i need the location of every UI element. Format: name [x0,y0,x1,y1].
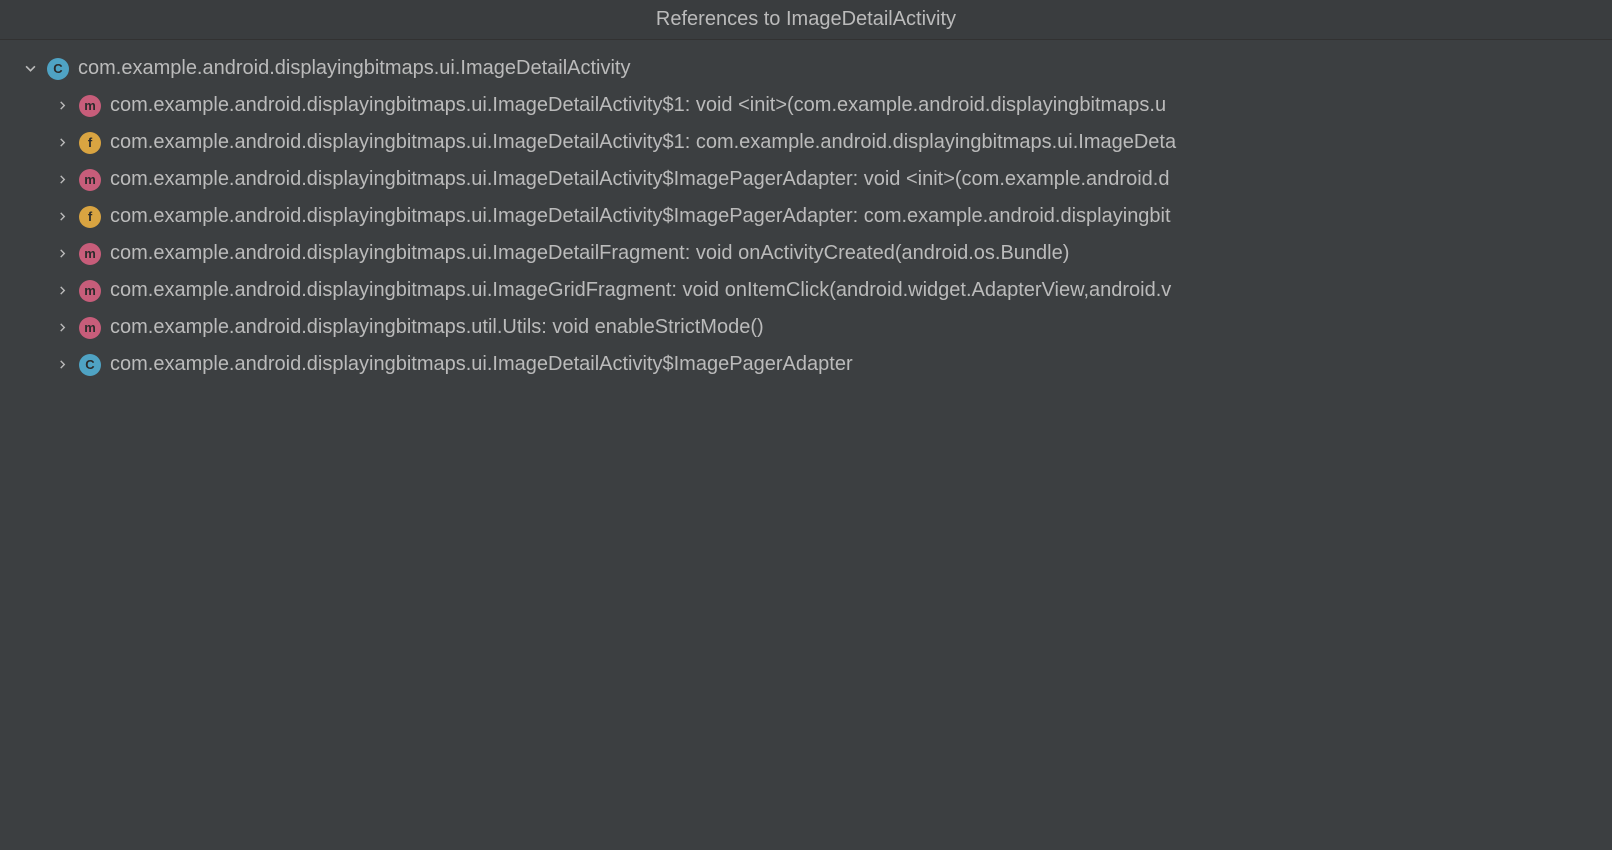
method-icon: m [79,317,101,339]
chevron-right-icon[interactable] [52,175,72,184]
chevron-right-icon[interactable] [52,323,72,332]
method-icon: m [79,95,101,117]
tree-row-label: com.example.android.displayingbitmaps.ui… [110,94,1166,117]
tree-row-label: com.example.android.displayingbitmaps.ui… [110,205,1171,228]
class-icon: C [79,354,101,376]
references-tree: C com.example.android.displayingbitmaps.… [0,40,1612,393]
tree-child-row[interactable]: C com.example.android.displayingbitmaps.… [0,346,1612,383]
tree-child-row[interactable]: f com.example.android.displayingbitmaps.… [0,198,1612,235]
tree-row-label: com.example.android.displayingbitmaps.ui… [110,279,1171,302]
tree-row-label: com.example.android.displayingbitmaps.ui… [110,131,1176,154]
field-icon: f [79,206,101,228]
chevron-right-icon[interactable] [52,249,72,258]
chevron-right-icon[interactable] [52,286,72,295]
chevron-down-icon[interactable] [20,63,40,74]
chevron-right-icon[interactable] [52,212,72,221]
tree-row-label: com.example.android.displayingbitmaps.ut… [110,316,764,339]
chevron-right-icon[interactable] [52,360,72,369]
method-icon: m [79,280,101,302]
method-icon: m [79,169,101,191]
tree-child-row[interactable]: m com.example.android.displayingbitmaps.… [0,272,1612,309]
tree-child-row[interactable]: f com.example.android.displayingbitmaps.… [0,124,1612,161]
tree-root-row[interactable]: C com.example.android.displayingbitmaps.… [0,50,1612,87]
tree-row-label: com.example.android.displayingbitmaps.ui… [110,168,1169,191]
tree-child-row[interactable]: m com.example.android.displayingbitmaps.… [0,309,1612,346]
field-icon: f [79,132,101,154]
tree-row-label: com.example.android.displayingbitmaps.ui… [110,353,853,376]
chevron-right-icon[interactable] [52,138,72,147]
tree-child-row[interactable]: m com.example.android.displayingbitmaps.… [0,235,1612,272]
tree-child-row[interactable]: m com.example.android.displayingbitmaps.… [0,87,1612,124]
method-icon: m [79,243,101,265]
chevron-right-icon[interactable] [52,101,72,110]
tree-row-label: com.example.android.displayingbitmaps.ui… [110,242,1069,265]
class-icon: C [47,58,69,80]
title-bar: References to ImageDetailActivity [0,0,1612,40]
window-title: References to ImageDetailActivity [656,8,956,31]
tree-child-row[interactable]: m com.example.android.displayingbitmaps.… [0,161,1612,198]
tree-row-label: com.example.android.displayingbitmaps.ui… [78,57,630,80]
